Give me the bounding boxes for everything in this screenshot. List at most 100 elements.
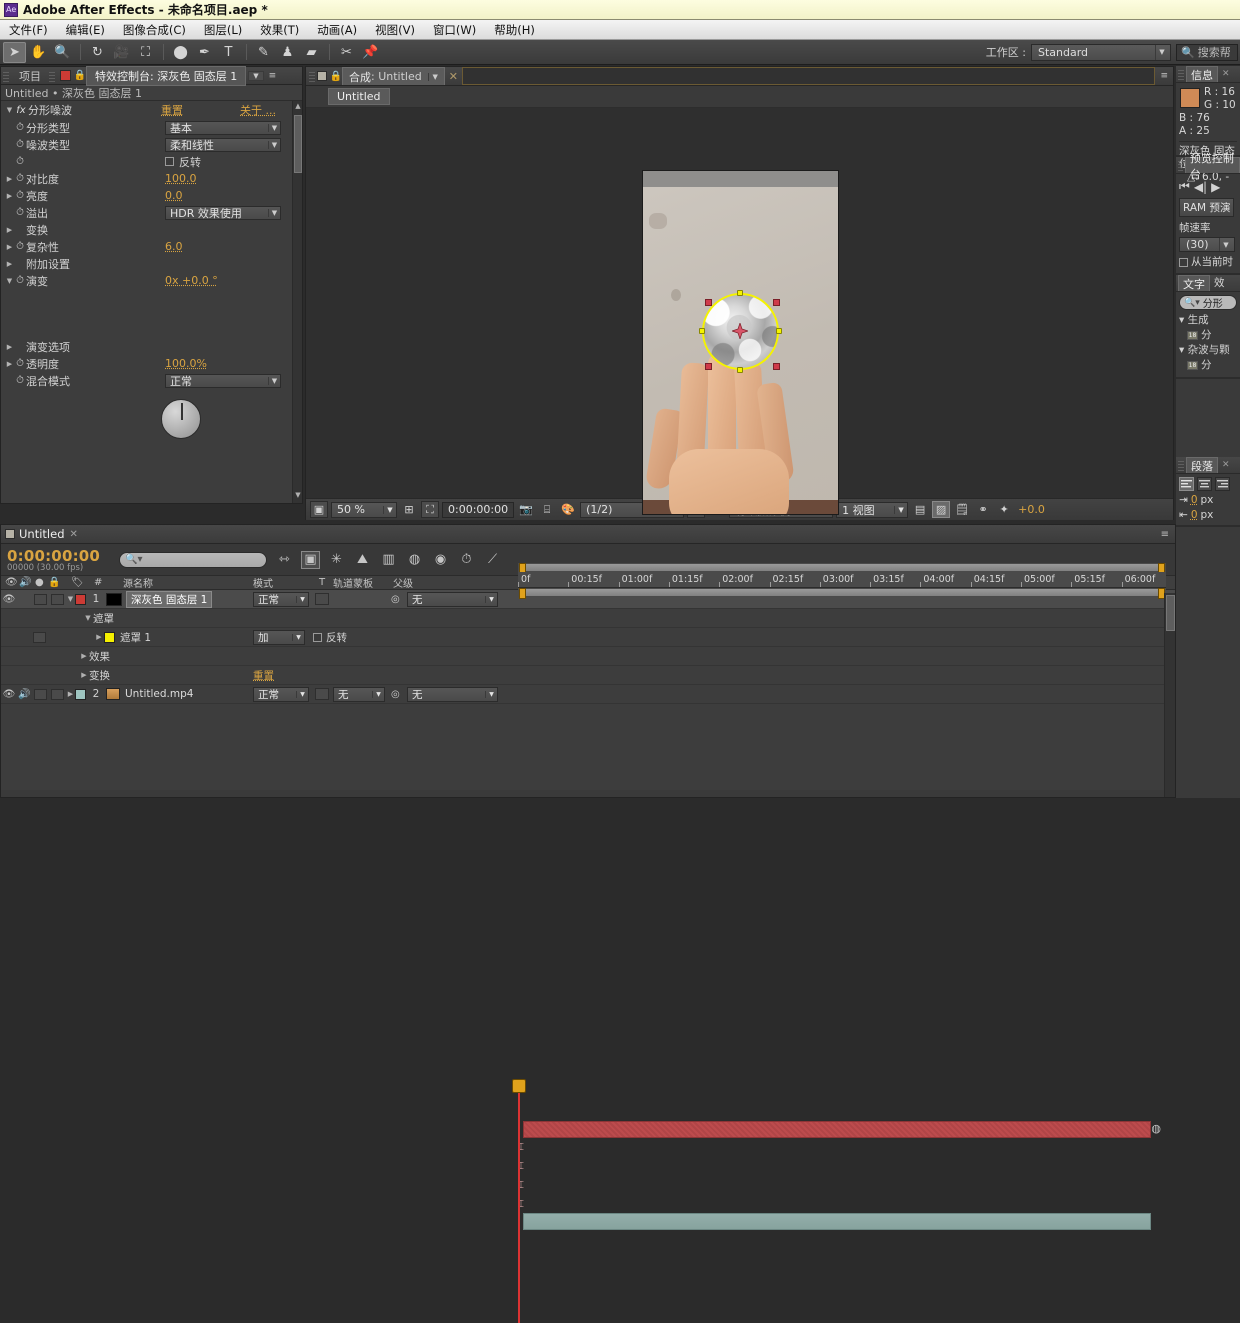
timeline-search-input[interactable]: 🔍▾ <box>119 551 267 568</box>
channel-select-icon[interactable]: 🎨 <box>559 501 577 518</box>
pen-tool[interactable]: ✒ <box>193 42 216 63</box>
align-center-icon[interactable] <box>1197 477 1212 491</box>
stopwatch-icon[interactable]: ⏱ <box>14 173 26 184</box>
effects-group-generate[interactable]: ▾ 生成 <box>1179 313 1237 328</box>
timeline-motion-blur-icon[interactable]: ◍ <box>1151 1122 1161 1135</box>
effect-expand-triangle[interactable]: ▼ <box>5 106 14 114</box>
property-checkbox-row[interactable]: 反转 <box>165 154 201 170</box>
mask-mode-select[interactable]: 加 ▼ <box>253 629 305 645</box>
indent-right-row[interactable]: ⇤ 0 px <box>1179 509 1237 521</box>
ram-preview-button[interactable]: RAM 预演 <box>1179 198 1235 217</box>
timeline-bar-layer-2[interactable] <box>523 1213 1151 1230</box>
tab-effect-controls[interactable]: 特效控制台: 深灰色 固态层 1 <box>86 65 247 86</box>
expand-triangle[interactable]: ▼ <box>83 614 93 622</box>
workspace-select[interactable]: Standard ▼ <box>1031 43 1171 61</box>
property-row-9[interactable]: ▼ ⏱ 演变 0x +0.0 ° <box>1 272 302 289</box>
property-expand-triangle[interactable]: ▶ <box>5 260 14 268</box>
tab-effects[interactable]: 效 <box>1214 277 1225 290</box>
brainstorm-icon[interactable]: ◍ <box>405 551 424 569</box>
scroll-up-icon[interactable]: ▲ <box>294 102 302 113</box>
brush-tool[interactable]: ✎ <box>252 42 275 63</box>
mask-vertex-right[interactable] <box>776 328 782 334</box>
show-snapshot-icon[interactable]: ⌸ <box>538 501 556 518</box>
stopwatch-icon[interactable]: ⏱ <box>14 156 26 167</box>
property-select[interactable]: 柔和线性 ▼ <box>165 137 281 152</box>
shape-tool[interactable]: ⬤ <box>169 42 192 63</box>
frame-blending-icon[interactable]: ⛰ <box>353 551 372 569</box>
close-icon[interactable]: ✕ <box>70 529 78 540</box>
auto-keyframe-icon[interactable]: ⏱ <box>457 551 476 569</box>
scroll-thumb[interactable] <box>1166 595 1175 631</box>
property-value[interactable]: 100.0% <box>165 357 207 370</box>
list-item[interactable]: ▶ 遮罩 1 加 ▼ 反转 <box>1 628 1175 647</box>
list-item[interactable]: ▶ 效果 <box>1 647 1175 666</box>
align-right-icon[interactable] <box>1215 477 1230 491</box>
table-row[interactable]: 👁 🔊 ▶ 2 Untitled.mp4 正常 ▼ 无 ▼ ◎ 无 ▼ <box>1 685 1175 704</box>
fast-previews-icon[interactable]: ▨ <box>932 501 951 518</box>
selection-handle-tl[interactable] <box>705 299 712 306</box>
type-tool[interactable]: T <box>217 42 240 63</box>
layer-mode-select[interactable]: 正常 ▼ <box>253 686 309 702</box>
property-row-6[interactable]: ▶ 变换 <box>1 221 302 238</box>
menu-item-3[interactable]: 图层(L) <box>195 20 251 40</box>
timeline-bar-layer-1[interactable] <box>523 1121 1151 1138</box>
property-row-0[interactable]: ⏱ 分形类型 基本 ▼ <box>1 119 302 136</box>
stopwatch-icon[interactable]: ⏱ <box>14 139 26 150</box>
roto-brush-tool[interactable]: ✂ <box>335 42 358 63</box>
visibility-toggle-icon[interactable]: 👁 <box>1 594 17 605</box>
property-row-3[interactable]: ▶ ⏱ 对比度 100.0 <box>1 170 302 187</box>
panel-grip-icon[interactable] <box>3 69 9 82</box>
layer-mode-select[interactable]: 正常 ▼ <box>253 591 309 607</box>
expand-triangle[interactable]: ▶ <box>79 671 89 679</box>
hand-tool[interactable]: ✋ <box>27 42 50 63</box>
property-value[interactable]: 0.0 <box>165 189 183 202</box>
effects-item-fractal-noise[interactable]: 18 分 <box>1179 328 1237 343</box>
mask-invert-checkbox[interactable] <box>313 632 322 642</box>
expand-triangle[interactable]: ▶ <box>94 633 104 641</box>
mask-vertex-top[interactable] <box>737 290 743 296</box>
close-icon[interactable]: ✕ <box>449 70 458 83</box>
draft-3d-icon[interactable]: ▣ <box>301 550 320 569</box>
lock-icon[interactable]: 🔒 <box>330 70 342 82</box>
mask-vertex-bottom[interactable] <box>737 367 743 373</box>
property-expand-triangle[interactable]: ▶ <box>5 226 14 234</box>
layer-name[interactable]: Untitled.mp4 <box>125 688 193 700</box>
property-row-11[interactable]: ▶ ⏱ 透明度 100.0% <box>1 355 302 372</box>
eraser-tool[interactable]: ▰ <box>300 42 323 63</box>
panel-menu-icon[interactable]: ≡ <box>269 71 277 81</box>
panel-menu-icon[interactable]: ≡ <box>1155 71 1173 81</box>
property-value[interactable]: 100.0 <box>165 172 197 185</box>
rotation-tool[interactable]: ↻ <box>86 42 109 63</box>
evolution-dial[interactable] <box>161 399 201 439</box>
timeline-ruler[interactable]: 0f 00:15f 01:00f 01:15f 02:00f 02:15f 03:00f 03… <box>518 563 1166 599</box>
playhead-handle[interactable] <box>512 1079 526 1093</box>
stopwatch-icon[interactable]: ⏱ <box>14 358 26 369</box>
menu-item-5[interactable]: 动画(A) <box>308 20 366 40</box>
selection-handle-br[interactable] <box>773 363 780 370</box>
layer-name[interactable]: 深灰色 固态层 1 <box>126 590 213 608</box>
invert-checkbox[interactable] <box>165 157 174 166</box>
composition-viewer[interactable] <box>642 170 839 515</box>
stopwatch-icon[interactable]: ⏱ <box>14 190 26 201</box>
work-area-bar[interactable] <box>518 563 1166 574</box>
region-of-interest-icon[interactable]: ⛶ <box>421 501 439 518</box>
tab-character[interactable]: 文字 <box>1178 275 1210 291</box>
play-icon[interactable]: ▶ <box>1211 180 1220 194</box>
puppet-pin-tool[interactable]: 📌 <box>359 42 382 63</box>
layer-label-color[interactable] <box>75 688 86 700</box>
comp-timecode[interactable]: 0:00:00:00 <box>442 501 515 518</box>
property-row-4[interactable]: ▶ ⏱ 亮度 0.0 <box>1 187 302 204</box>
work-area-start-handle-2[interactable] <box>519 588 526 599</box>
tab-info[interactable]: 信息 <box>1186 66 1218 82</box>
effects-search-input[interactable]: 🔍▾ 分形 <box>1179 295 1237 310</box>
pixel-aspect-correction-icon[interactable]: ▤ <box>911 501 929 518</box>
menu-item-8[interactable]: 帮助(H) <box>485 20 544 40</box>
lock-toggle[interactable] <box>51 593 64 605</box>
about-link[interactable]: 关于 ... <box>240 102 276 118</box>
solo-toggle[interactable] <box>34 688 47 700</box>
property-select[interactable]: HDR 效果使用 ▼ <box>165 205 281 220</box>
menu-item-2[interactable]: 图像合成(C) <box>114 20 195 40</box>
parent-select[interactable]: 无 ▼ <box>407 591 498 607</box>
scroll-thumb[interactable] <box>294 115 302 173</box>
menu-item-6[interactable]: 视图(V) <box>366 20 424 40</box>
